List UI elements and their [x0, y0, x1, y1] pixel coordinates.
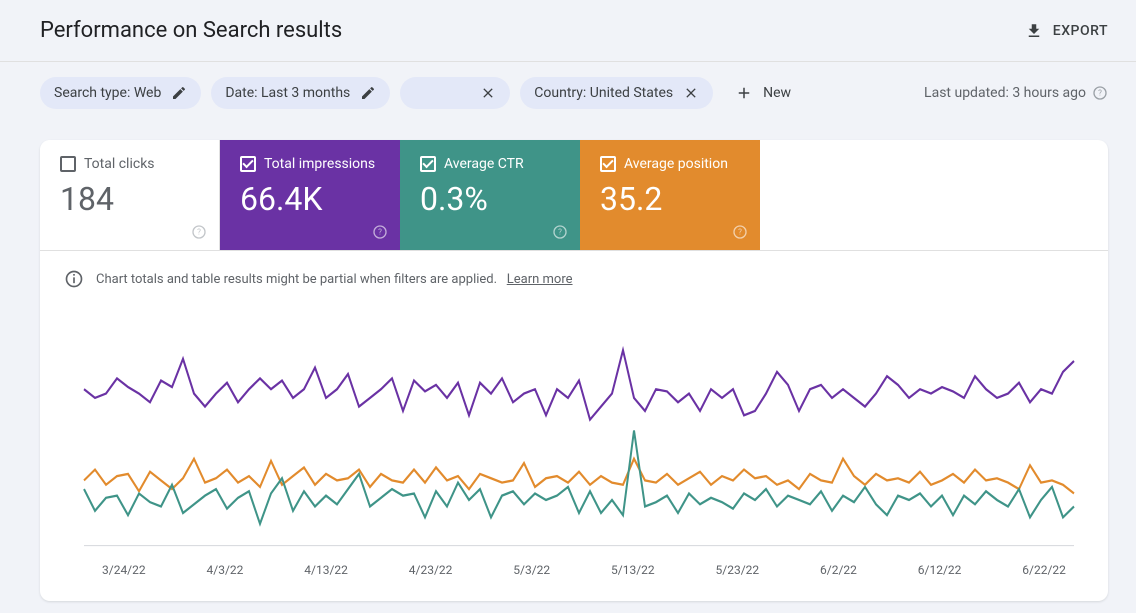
filter-chip-date[interactable]: Date: Last 3 months — [211, 77, 390, 109]
filter-label: Country: United States — [534, 85, 673, 101]
help-icon[interactable]: ? — [372, 224, 388, 240]
info-text: Chart totals and table results might be … — [96, 272, 497, 287]
svg-text:?: ? — [378, 228, 382, 237]
x-axis-tick: 5/3/22 — [513, 563, 550, 577]
metric-average-position[interactable]: Average position 35.2 ? — [580, 140, 760, 250]
metric-value: 35.2 — [600, 180, 744, 218]
last-updated: Last updated: 3 hours ago ? — [924, 85, 1108, 101]
metric-total-impressions[interactable]: Total impressions 66.4K ? — [220, 140, 400, 250]
svg-text:?: ? — [558, 228, 562, 237]
metrics-row: Total clicks 184 ? Total impressions 66.… — [40, 140, 1108, 251]
pencil-icon — [360, 85, 376, 101]
metric-title: Average position — [624, 156, 728, 172]
new-label: New — [763, 85, 791, 101]
x-axis-tick: 4/3/22 — [207, 563, 244, 577]
checkbox-checked[interactable] — [600, 156, 616, 172]
pencil-icon — [171, 85, 187, 101]
svg-text:?: ? — [197, 228, 201, 237]
chart-series-line — [84, 350, 1074, 419]
x-axis-tick: 5/23/22 — [716, 563, 760, 577]
metric-value: 66.4K — [240, 180, 384, 218]
metric-title: Total impressions — [264, 156, 375, 172]
line-chart — [64, 317, 1084, 557]
metric-title: Average CTR — [444, 156, 524, 172]
metric-title: Total clicks — [84, 156, 155, 172]
download-icon — [1025, 22, 1043, 40]
checkbox-checked[interactable] — [420, 156, 436, 172]
x-axis-tick: 4/23/22 — [409, 563, 453, 577]
metric-value: 184 — [60, 180, 203, 218]
help-icon[interactable]: ? — [1092, 85, 1108, 101]
learn-more-link[interactable]: Learn more — [507, 272, 573, 287]
x-axis-labels: 3/24/22 4/3/22 4/13/22 4/23/22 5/3/22 5/13/22… — [64, 557, 1084, 577]
filter-label: Date: Last 3 months — [225, 85, 350, 101]
metric-average-ctr[interactable]: Average CTR 0.3% ? — [400, 140, 580, 250]
export-button[interactable]: EXPORT — [1025, 22, 1108, 40]
x-axis-tick: 6/12/22 — [918, 563, 962, 577]
svg-text:?: ? — [738, 228, 742, 237]
metric-value: 0.3% — [420, 180, 564, 218]
help-icon[interactable]: ? — [191, 224, 207, 240]
checkbox-unchecked[interactable] — [60, 156, 76, 172]
filter-chip-country[interactable]: Country: United States — [520, 77, 713, 109]
x-axis-tick: 4/13/22 — [304, 563, 348, 577]
chart-area: 3/24/22 4/3/22 4/13/22 4/23/22 5/3/22 5/13/22… — [40, 297, 1108, 601]
x-axis-tick: 3/24/22 — [102, 563, 146, 577]
close-icon[interactable] — [683, 85, 699, 101]
page-header: Performance on Search results EXPORT — [0, 0, 1136, 62]
page-title: Performance on Search results — [40, 18, 342, 43]
performance-card: Total clicks 184 ? Total impressions 66.… — [40, 140, 1108, 601]
x-axis-tick: 5/13/22 — [611, 563, 655, 577]
x-axis-tick: 6/22/22 — [1022, 563, 1066, 577]
chart-series-line — [84, 459, 1074, 494]
filter-bar: Search type: Web Date: Last 3 months Cou… — [0, 62, 1136, 124]
filter-chip-empty[interactable] — [400, 77, 510, 109]
metric-total-clicks[interactable]: Total clicks 184 ? — [40, 140, 220, 250]
last-updated-text: Last updated: 3 hours ago — [924, 85, 1086, 101]
close-icon[interactable] — [480, 85, 496, 101]
plus-icon — [735, 84, 753, 102]
x-axis-tick: 6/2/22 — [820, 563, 857, 577]
help-icon[interactable]: ? — [552, 224, 568, 240]
checkbox-checked[interactable] — [240, 156, 256, 172]
export-label: EXPORT — [1053, 23, 1108, 39]
info-bar: Chart totals and table results might be … — [40, 251, 1108, 297]
info-icon — [64, 269, 84, 289]
filter-chip-search-type[interactable]: Search type: Web — [40, 77, 201, 109]
svg-text:?: ? — [1098, 89, 1102, 98]
filter-label: Search type: Web — [54, 85, 161, 101]
help-icon[interactable]: ? — [732, 224, 748, 240]
new-filter-button[interactable]: New — [723, 76, 803, 110]
